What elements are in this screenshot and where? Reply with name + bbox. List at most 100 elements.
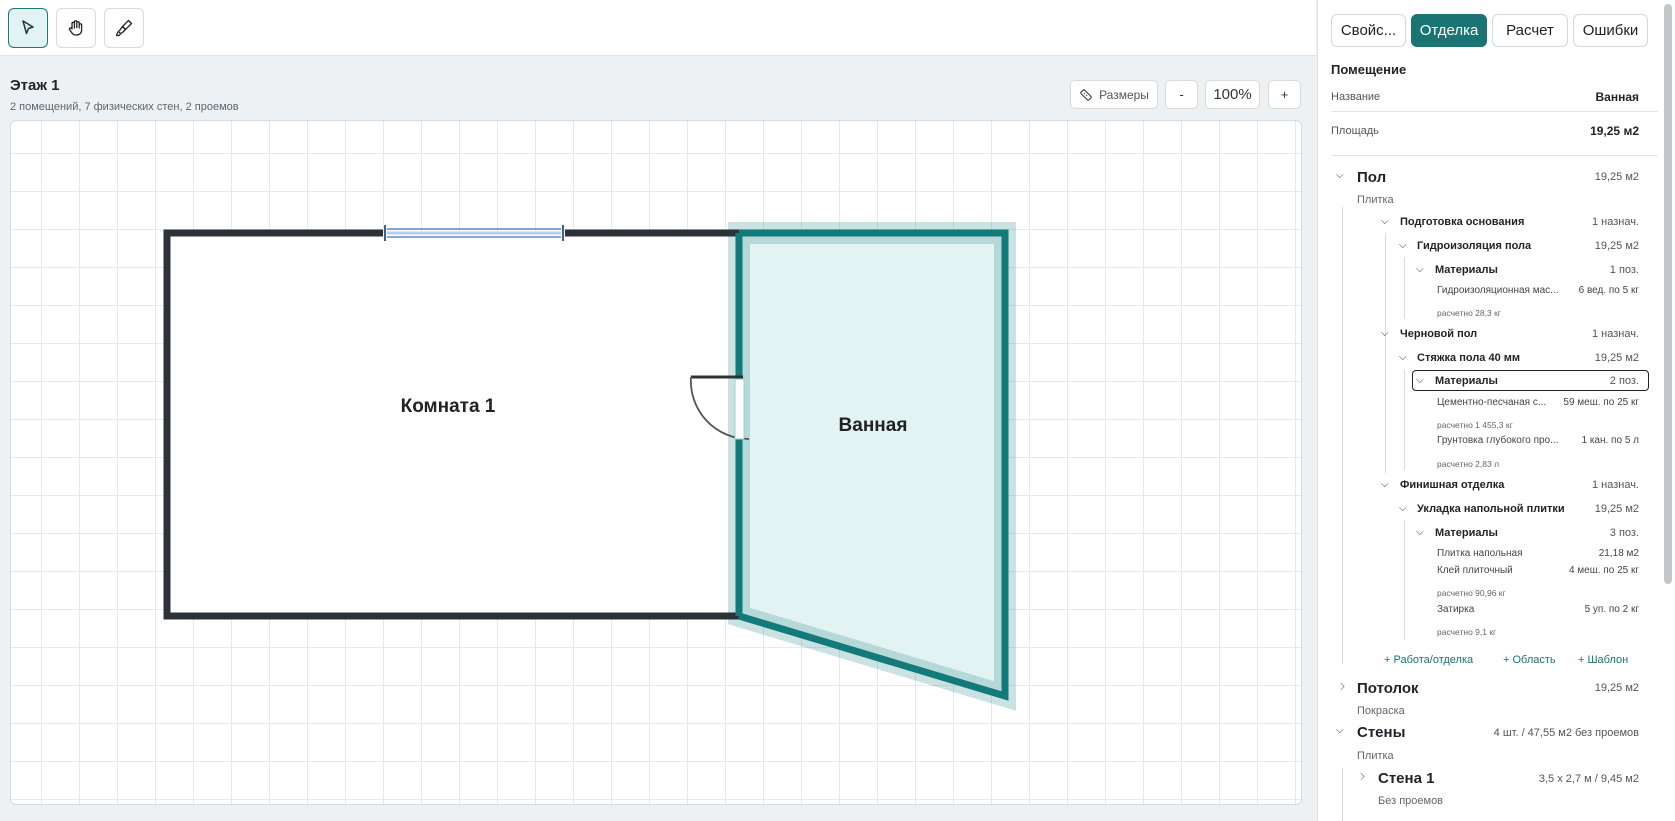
screed-materials-count: 2 поз. xyxy=(1609,375,1639,387)
floor-finish-area: 19,25 м2 xyxy=(1594,171,1639,183)
material-item-calc: расчетно 9,1 кг xyxy=(1437,627,1497,637)
material-item-name[interactable]: Грунтовка глубокого про... xyxy=(1437,435,1558,446)
walls-title[interactable]: Стены xyxy=(1357,724,1405,741)
waterproof-materials-label[interactable]: Материалы xyxy=(1435,264,1498,276)
final-title[interactable]: Финишная отделка xyxy=(1400,479,1504,491)
ceiling-area: 19,25 м2 xyxy=(1594,682,1639,694)
dimensions-label: Размеры xyxy=(1099,87,1149,102)
bathroom-label: Ванная xyxy=(839,415,908,436)
tab-calculation[interactable]: Расчет xyxy=(1492,14,1568,47)
paint-tool-button[interactable] xyxy=(104,8,144,48)
room-name-value[interactable]: Ванная xyxy=(1595,90,1639,104)
chevron-down-icon[interactable]: ⌵ xyxy=(1416,264,1424,275)
room-area-value: 19,25 м2 xyxy=(1590,124,1639,138)
tree-line xyxy=(1404,370,1405,470)
tree-line xyxy=(1404,257,1405,319)
floor-plan: Комната 1 Ванная xyxy=(163,222,1016,711)
tree-line xyxy=(1342,207,1343,664)
prep-title[interactable]: Подготовка основания xyxy=(1400,216,1524,228)
tree-line xyxy=(1404,520,1405,640)
tab-properties[interactable]: Свойс... xyxy=(1331,14,1406,47)
dimensions-button[interactable]: Размеры xyxy=(1070,80,1158,109)
pan-tool-button[interactable] xyxy=(56,8,96,48)
room-section-title: Помещение xyxy=(1331,62,1407,77)
ruler-icon xyxy=(1080,88,1092,101)
material-item-calc: расчетно 90,96 кг xyxy=(1437,588,1506,598)
chevron-down-icon[interactable]: ⌵ xyxy=(1399,240,1407,251)
tab-errors[interactable]: Ошибки xyxy=(1573,14,1648,47)
floor-plan-canvas[interactable]: Комната 1 Ванная xyxy=(10,120,1302,805)
zoom-out-button[interactable]: - xyxy=(1165,80,1198,109)
floor-finish-subtitle: Плитка xyxy=(1357,194,1394,206)
divider xyxy=(1331,111,1658,112)
walls-summary: 4 шт. / 47,55 м2 без проемов xyxy=(1493,727,1639,739)
material-item-qty: 6 вед. по 5 кг xyxy=(1578,285,1639,296)
chevron-down-icon[interactable]: ⌵ xyxy=(1336,170,1344,181)
chevron-right-icon[interactable]: ⌵ xyxy=(1336,683,1347,691)
wall-1-title[interactable]: Стена 1 xyxy=(1378,770,1434,787)
tab-finishing[interactable]: Отделка xyxy=(1411,14,1487,47)
hand-icon xyxy=(68,20,83,36)
properties-panel: Свойс... Отделка Расчет Ошибки Помещение… xyxy=(1317,0,1675,821)
prep-count: 1 назнач. xyxy=(1591,216,1639,228)
room-1-label: Комната 1 xyxy=(401,396,496,417)
material-item-name[interactable]: Клей плиточный xyxy=(1437,565,1513,576)
tile-area: 19,25 м2 xyxy=(1594,503,1639,515)
floor-finish-title[interactable]: Пол xyxy=(1357,169,1386,186)
chevron-down-icon[interactable]: ⌵ xyxy=(1381,479,1389,490)
paintbrush-icon xyxy=(115,19,133,37)
floor-summary: 2 помещений, 7 физических стен, 2 проемо… xyxy=(10,101,239,113)
final-count: 1 назнач. xyxy=(1591,479,1639,491)
wall-1-size: 3,5 х 2,7 м / 9,45 м2 xyxy=(1538,773,1639,785)
tile-materials-label[interactable]: Материалы xyxy=(1435,527,1498,539)
add-template-button[interactable]: + Шаблон xyxy=(1578,654,1628,666)
tree-line xyxy=(1385,233,1386,473)
material-item-calc: расчетно 2,83 л xyxy=(1437,459,1500,469)
chevron-down-icon[interactable]: ⌵ xyxy=(1381,328,1389,339)
room-1-area[interactable] xyxy=(167,233,739,616)
tile-materials-count: 3 поз. xyxy=(1609,527,1639,539)
screed-title[interactable]: Стяжка пола 40 мм xyxy=(1417,352,1520,364)
rough-count: 1 назнач. xyxy=(1591,328,1639,340)
ceiling-title[interactable]: Потолок xyxy=(1357,680,1419,697)
material-item-calc: расчетно 28,3 кг xyxy=(1437,308,1501,318)
floor-title: Этаж 1 xyxy=(10,77,60,94)
screed-area: 19,25 м2 xyxy=(1594,352,1639,364)
material-item-qty: 21,18 м2 xyxy=(1598,548,1639,559)
material-item-qty: 59 меш. по 25 кг xyxy=(1563,397,1639,408)
waterproof-materials-count: 1 поз. xyxy=(1609,264,1639,276)
add-area-button[interactable]: + Область xyxy=(1503,654,1556,666)
room-name-label: Название xyxy=(1331,91,1381,103)
chevron-down-icon[interactable]: ⌵ xyxy=(1336,725,1344,736)
material-item-name[interactable]: Затирка xyxy=(1437,604,1474,615)
wall-1-subtitle: Без проемов xyxy=(1378,795,1444,807)
tree-line xyxy=(1342,768,1343,821)
material-item-name[interactable]: Плитка напольная xyxy=(1437,548,1523,559)
ceiling-subtitle: Покраска xyxy=(1357,705,1405,717)
chevron-right-icon[interactable]: ⌵ xyxy=(1356,773,1367,781)
tile-title[interactable]: Укладка напольной плитки xyxy=(1417,503,1565,515)
chevron-down-icon[interactable]: ⌵ xyxy=(1416,375,1424,386)
panel-scrollbar[interactable] xyxy=(1664,4,1672,584)
select-tool-button[interactable] xyxy=(8,8,48,48)
chevron-down-icon[interactable]: ⌵ xyxy=(1381,216,1389,227)
walls-subtitle: Плитка xyxy=(1357,750,1394,762)
toolbar xyxy=(0,0,1316,56)
zoom-in-button[interactable]: + xyxy=(1268,80,1301,109)
waterproof-title[interactable]: Гидроизоляция пола xyxy=(1417,240,1531,252)
zoom-level: 100% xyxy=(1205,80,1260,109)
panel-tabs: Свойс... Отделка Расчет Ошибки xyxy=(1331,14,1648,47)
material-item-qty: 1 кан. по 5 л xyxy=(1581,435,1639,446)
screed-materials-label[interactable]: Материалы xyxy=(1435,375,1498,387)
material-item-name[interactable]: Цементно-песчаная с... xyxy=(1437,397,1546,408)
chevron-down-icon[interactable]: ⌵ xyxy=(1399,352,1407,363)
chevron-down-icon[interactable]: ⌵ xyxy=(1399,503,1407,514)
material-item-qty: 4 меш. по 25 кг xyxy=(1568,565,1639,576)
material-item-qty: 5 уп. по 2 кг xyxy=(1584,604,1639,615)
material-item-name[interactable]: Гидроизоляционная мас... xyxy=(1437,285,1559,296)
chevron-down-icon[interactable]: ⌵ xyxy=(1416,527,1424,538)
add-work-button[interactable]: + Работа/отделка xyxy=(1384,654,1473,666)
material-item-calc: расчетно 1 455,3 кг xyxy=(1437,420,1513,430)
waterproof-area: 19,25 м2 xyxy=(1594,240,1639,252)
rough-title[interactable]: Черновой пол xyxy=(1400,328,1477,340)
